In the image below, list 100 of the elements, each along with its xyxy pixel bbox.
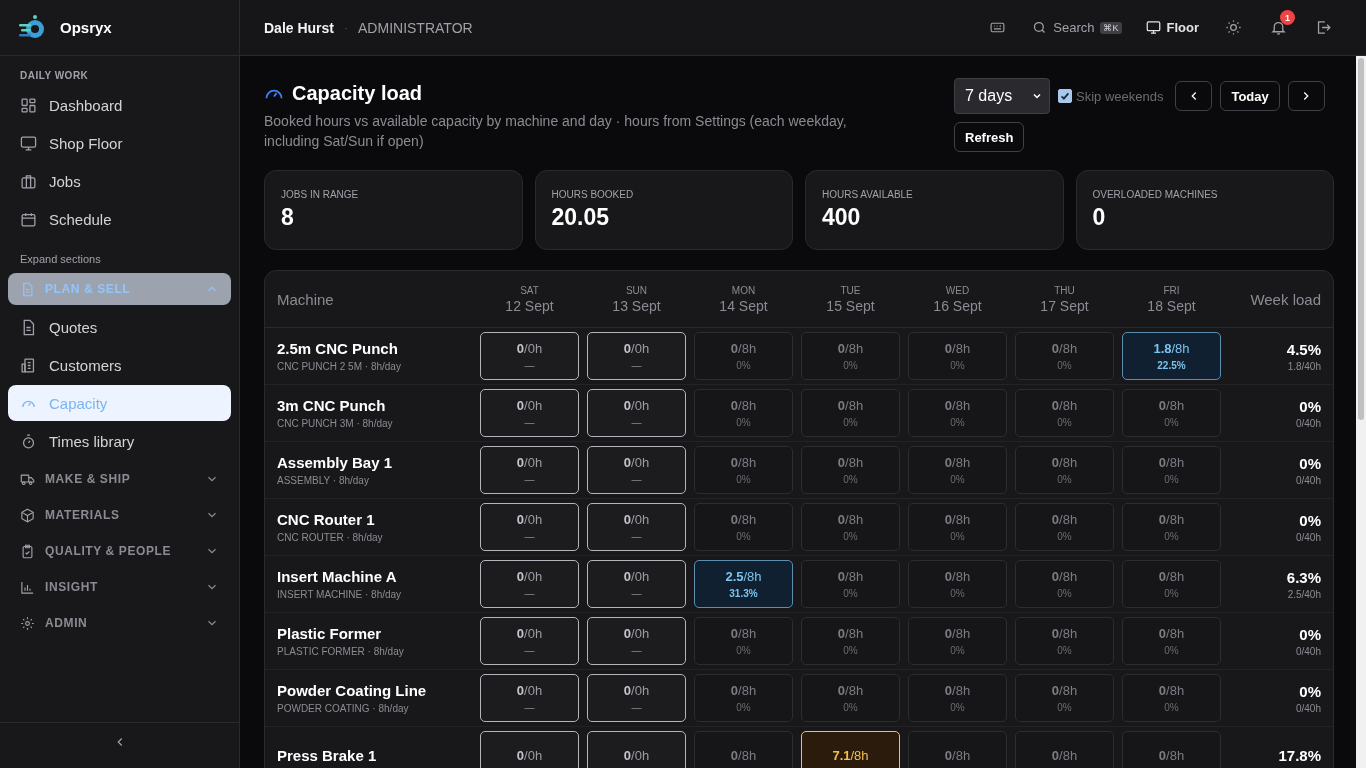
nav-item[interactable]: Times library [8, 423, 231, 459]
nav-item[interactable]: Shop Floor [8, 125, 231, 161]
capacity-cell[interactable]: 0/8h 0% [694, 389, 793, 437]
capacity-cell[interactable]: 1.8/8h 22.5% [1122, 332, 1221, 380]
floor-button[interactable]: Floor [1137, 16, 1207, 39]
nav-item[interactable]: Schedule [8, 201, 231, 237]
scrollbar[interactable] [1356, 56, 1366, 768]
week-load-value: 0% [1299, 625, 1321, 643]
hours-value: 0/0h [623, 747, 650, 763]
hours-value: 0/8h [1158, 569, 1185, 584]
capacity-cell[interactable]: 0/8h 0% [1015, 503, 1114, 551]
capacity-cell[interactable]: 0/0h — [587, 389, 686, 437]
hours-value: 0/8h [944, 626, 971, 641]
range-select[interactable]: 7 days [954, 78, 1050, 114]
capacity-cell[interactable]: 0/8h 0% [1015, 617, 1114, 665]
week-load-value: 0% [1299, 454, 1321, 472]
section-toggle[interactable]: INSIGHT [8, 569, 231, 605]
capacity-cell[interactable]: 0/8h 0% [694, 446, 793, 494]
capacity-cell[interactable]: 0/0h — [587, 332, 686, 380]
capacity-cell[interactable]: 0/0h — [587, 674, 686, 722]
capacity-cell[interactable]: 0/8h 0% [908, 389, 1007, 437]
capacity-cell[interactable]: 0/8h 0% [1015, 560, 1114, 608]
capacity-cell[interactable]: 0/8h 0% [1015, 446, 1114, 494]
capacity-cell[interactable]: 0/8h 0% [694, 332, 793, 380]
capacity-cell[interactable]: 0/8h 0% [801, 503, 900, 551]
capacity-cell[interactable]: 0/0h — [480, 503, 579, 551]
bell-icon[interactable] [1270, 19, 1287, 36]
section-toggle[interactable]: ADMIN [8, 605, 231, 641]
capacity-cell[interactable]: 2.5/8h 31.3% [694, 560, 793, 608]
capacity-cell[interactable]: 0/8h 0% [908, 503, 1007, 551]
load-percent: — [524, 702, 535, 713]
capacity-cell[interactable]: 0/0h [587, 731, 686, 768]
capacity-cell[interactable]: 0/0h — [587, 617, 686, 665]
capacity-cell[interactable]: 0/8h 0% [801, 389, 900, 437]
load-percent: 0% [843, 417, 858, 428]
logout-icon[interactable] [1315, 19, 1332, 36]
nav-item[interactable]: Dashboard [8, 87, 231, 123]
capacity-cell[interactable]: 0/0h [480, 731, 579, 768]
skip-weekends-checkbox[interactable] [1058, 89, 1072, 103]
section-toggle[interactable]: MAKE & SHIP [8, 461, 231, 497]
capacity-cell[interactable]: 0/8h 0% [801, 332, 900, 380]
capacity-cell[interactable]: 0/0h — [480, 674, 579, 722]
search-button[interactable]: Search ⌘K [1024, 16, 1130, 39]
section-toggle[interactable]: MATERIALS [8, 497, 231, 533]
weekday-label: SUN [625, 284, 648, 296]
load-percent: 22.5% [1157, 360, 1186, 371]
capacity-cell[interactable]: 0/8h 0% [908, 617, 1007, 665]
load-percent: 0% [736, 417, 751, 428]
capacity-cell[interactable]: 0/8h 0% [1122, 560, 1221, 608]
capacity-cell[interactable]: 0/0h — [587, 503, 686, 551]
capacity-cell[interactable]: 0/0h — [480, 332, 579, 380]
capacity-cell[interactable]: 0/0h — [480, 560, 579, 608]
capacity-cell[interactable]: 0/8h 0% [694, 617, 793, 665]
capacity-cell[interactable]: 7.1/8h [801, 731, 900, 768]
load-percent: 0% [1164, 474, 1179, 485]
capacity-cell[interactable]: 0/8h 0% [1122, 617, 1221, 665]
capacity-cell[interactable]: 0/8h 0% [801, 446, 900, 494]
capacity-cell[interactable]: 0/0h — [480, 617, 579, 665]
load-percent: — [524, 531, 535, 542]
capacity-cell[interactable]: 0/8h 0% [1122, 389, 1221, 437]
load-percent: 0% [843, 360, 858, 371]
capacity-cell[interactable]: 0/0h — [587, 446, 686, 494]
refresh-button[interactable]: Refresh [954, 122, 1025, 152]
capacity-cell[interactable]: 0/8h 0% [801, 560, 900, 608]
capacity-cell[interactable]: 0/8h 0% [908, 560, 1007, 608]
capacity-cell[interactable]: 0/8h 0% [801, 617, 900, 665]
capacity-cell[interactable]: 0/8h [1122, 731, 1221, 768]
hours-value: 0/0h [516, 683, 543, 698]
capacity-cell[interactable]: 0/8h 0% [1122, 674, 1221, 722]
monitor-icon [1145, 20, 1161, 35]
capacity-cell[interactable]: 0/8h 0% [1122, 446, 1221, 494]
capacity-cell[interactable]: 0/8h 0% [1015, 332, 1114, 380]
capacity-cell[interactable]: 0/0h — [480, 446, 579, 494]
capacity-cell[interactable]: 0/8h 0% [908, 446, 1007, 494]
capacity-cell[interactable]: 0/8h 0% [908, 332, 1007, 380]
capacity-cell[interactable]: 0/0h — [480, 389, 579, 437]
hours-value: 7.1/8h [832, 747, 869, 763]
section-toggle[interactable]: QUALITY & PEOPLE [8, 533, 231, 569]
capacity-cell[interactable]: 0/8h 0% [694, 503, 793, 551]
capacity-cell[interactable]: 0/8h 0% [1122, 503, 1221, 551]
capacity-cell[interactable]: 0/8h 0% [1015, 674, 1114, 722]
week-load-value: 0% [1299, 682, 1321, 700]
machine-name: Insert Machine A [277, 568, 397, 585]
today-button[interactable]: Today [1220, 81, 1280, 111]
hours-value: 1.8/8h [1153, 341, 1190, 356]
capacity-cell[interactable]: 0/0h — [587, 560, 686, 608]
nav-item[interactable]: Customers [8, 347, 231, 383]
nav-icon [20, 210, 37, 228]
capacity-cell[interactable]: 0/8h 0% [908, 674, 1007, 722]
nav-item[interactable]: Jobs [8, 163, 231, 199]
capacity-cell[interactable]: 0/8h 0% [694, 674, 793, 722]
capacity-cell[interactable]: 0/8h [908, 731, 1007, 768]
load-percent: — [631, 531, 642, 542]
capacity-cell[interactable]: 0/8h [1015, 731, 1114, 768]
theme-icon[interactable] [1225, 19, 1242, 36]
nav-item[interactable]: Quotes [8, 309, 231, 345]
capacity-cell[interactable]: 0/8h 0% [801, 674, 900, 722]
hours-value: 0/8h [837, 341, 864, 356]
capacity-cell[interactable]: 0/8h 0% [1015, 389, 1114, 437]
capacity-cell[interactable]: 0/8h [694, 731, 793, 768]
